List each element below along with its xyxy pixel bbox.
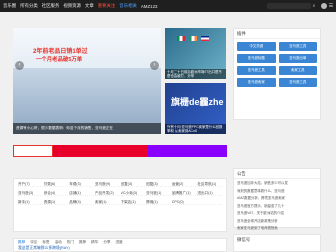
hero-slider[interactable]: 2年前老品日销1单过 一个月老品破5万单 资源号小心肝，很少数据表明：你这个月的… [13,28,161,134]
search-input[interactable] [267,3,311,9]
tag-link[interactable] [197,199,222,205]
notice-item[interactable]: 亚马逊加拿大站，销售多少可以发 [237,180,317,188]
thumb-caption: 十月二十日前后欧洲市场/IT出口是不是也会被打，分享 [165,69,226,79]
notice-item[interactable]: AMZ数据分析，跨境亚马逊卖家 [237,195,317,203]
notice-panel-title: 公告 [234,169,320,179]
post-title[interactable]: 我这是正常嘛那么多跨境(RAY) [18,246,70,251]
notice-item[interactable]: 卖家亚马逊到了电商很快卖 [237,225,317,233]
tool-button[interactable]: 亚马逊标题 [237,54,276,63]
ad-banner-row [13,145,227,157]
nav-item-community[interactable]: 社区服务 [42,3,60,9]
post-tabs: 推荐 评论 标签 活动 热门 推荐 精华 分享 进度 [14,239,226,246]
notice-item[interactable]: 亚马逊官方提示，销量涨了几十 [237,203,317,211]
nav-item-articles[interactable]: 文章 [85,3,94,9]
nav-item-featured[interactable]: 重要关注 [98,3,116,9]
tag-link[interactable]: 社区导航(1) [197,181,222,187]
tag-link[interactable]: 综合(4) [43,190,69,196]
user-icon[interactable] [321,3,327,9]
tag-link[interactable]: 新手(1) [18,199,43,205]
tool-button[interactable]: 亚马逊出单 [278,54,317,63]
post-tab[interactable]: 评论 [30,240,37,245]
tag-link[interactable]: 亚马逊(9) [94,181,120,187]
slider-next-button[interactable]: › [150,61,159,70]
post-tab[interactable]: 活动 [55,240,62,245]
tag-link[interactable]: 进出口(1) [197,190,222,196]
notice-panel: 公告 亚马逊加拿大站，销售多少可以发 深刻的数据意味着什么，亚马逊 AMZ数据分析，… [233,168,321,230]
ad-banner[interactable] [148,145,227,157]
tag-link[interactable]: 亚马逊(1) [146,190,171,196]
tag-link[interactable]: 产品开发(2) [94,190,120,196]
post-list-panel: 推荐 评论 标签 活动 热门 推荐 精华 分享 进度 我这是正常嘛那么多跨境(RAY) [13,238,227,252]
flag-icon [177,36,185,41]
tag-link[interactable]: 卖家(1) [94,199,120,205]
tag-link[interactable]: 品牌推广(1) [171,190,197,196]
post-tab[interactable]: 进度 [116,240,123,245]
nav-item-amz123[interactable]: AMZ123 [141,4,158,9]
thumb-title: 旗栅de霾zhe [171,97,224,107]
tag-link[interactable]: CPC(0) [171,199,197,205]
tag-link[interactable]: 运营(2) [171,181,197,187]
flag-icon [201,36,209,41]
notice-item[interactable]: 亚马逊VAT，关于欧洲站的介绍 [237,210,317,218]
hero-headline: 2年前老品日销1单过 [33,49,88,55]
post-tab[interactable]: 分享 [103,240,110,245]
featured-thumb-1[interactable]: 十月二十日前后欧洲市场/IT出口是不是也会被打，分享 [165,28,226,79]
tag-link[interactable]: 付费(6) [43,181,69,187]
tag-link[interactable]: 品牌(4) [69,199,94,205]
tag-link[interactable]: VC小卖(3) [120,190,146,196]
tag-cloud: 开户(7) 付费(6) 年费(3) 亚马逊(9) 回复(3) 回复(3) 运营(2) 社区导航… [13,178,227,232]
nav-item-video[interactable]: 视频资源 [63,3,81,9]
main-nav: 音乐圈 所有分类 社区服务 视频资源 文章 重要关注 音乐相关 AMZ123 [0,0,161,12]
thumb-caption: 外贸十问:亚马逊PPC卖家是什么回报率和 从卖家到ACoS [165,124,226,134]
tools-panel: 插件 中文关键 亚马逊工具 亚马逊标题 亚马逊出单 亚马逊工具 卖家工具 亚马逊卖家 亚马逊工… [233,28,321,120]
search-icon[interactable]: ⌕ [311,3,317,9]
tag-link[interactable]: 回复(3) [120,181,146,187]
tools-grid: 中文关键 亚马逊工具 亚马逊标题 亚马逊出单 亚马逊工具 卖家工具 亚马逊卖家 亚马逊工具 [234,39,320,90]
tool-button[interactable]: 卖家工具 [278,66,317,75]
notice-item[interactable]: 深刻的数据意味着什么，亚马逊 [237,188,317,196]
tool-button[interactable]: 亚马逊工具 [278,42,317,51]
nav-item-categories[interactable]: 所有分类 [20,3,38,9]
post-tab[interactable]: 推荐 [18,240,25,245]
tag-link[interactable]: 开户(7) [18,181,43,187]
tools-panel-title: 插件 [234,29,320,39]
tag-link[interactable]: 跨境(1) [146,199,171,205]
tag-link[interactable]: 回复(3) [146,181,171,187]
tag-link[interactable]: 年费(3) [69,181,94,187]
tag-link[interactable]: 店铺(1) [69,190,94,196]
hero-subheadline: 一个月老品破5万单 [36,57,83,63]
post-tab[interactable]: 热门 [67,240,74,245]
nav-item-home[interactable]: 音乐圈 [3,3,16,9]
post-tab[interactable]: 精华 [91,240,98,245]
tool-button[interactable]: 亚马逊工具 [278,78,317,87]
tag-link[interactable]: 下架店(1) [120,199,146,205]
tool-button[interactable]: 亚马逊工具 [237,66,276,75]
post-tab[interactable]: 推荐 [79,240,86,245]
tag-grid: 开户(7) 付费(6) 年费(3) 亚马逊(9) 回复(3) 回复(3) 运营(2) 社区导航… [18,181,222,205]
tag-link[interactable]: 资源(1) [43,199,69,205]
tool-button[interactable]: 亚马逊卖家 [237,78,276,87]
nav-item-music[interactable]: 音乐相关 [119,3,137,9]
slider-prev-button[interactable]: ‹ [15,61,24,70]
hero-caption[interactable]: 资源号小心肝，很少数据表明：你这个月的销售，亚马逊正在 [13,123,161,134]
featured-thumb-2[interactable]: 旗栅de霾zhe 外贸十问:亚马逊PPC卖家是什么回报率和 从卖家到ACoS [165,83,226,134]
menu-icon[interactable]: ☰ [328,3,334,9]
notice-list: 亚马逊加拿大站，销售多少可以发 深刻的数据意味着什么，亚马逊 AMZ数据分析，跨境亚… [234,179,320,234]
tool-button[interactable]: 中文关键 [237,42,276,51]
wechat-panel-title: 微信号 [237,237,251,242]
wechat-panel: 微信号 [233,234,321,252]
tag-link[interactable]: 亚马逊(3) [18,190,43,196]
ad-banner[interactable] [53,145,148,157]
post-tab[interactable]: 标签 [42,240,49,245]
notice-item[interactable]: 亚马逊全球开店新政策分析 [237,218,317,226]
ad-banner[interactable] [13,145,53,157]
flag-icon [189,36,197,41]
